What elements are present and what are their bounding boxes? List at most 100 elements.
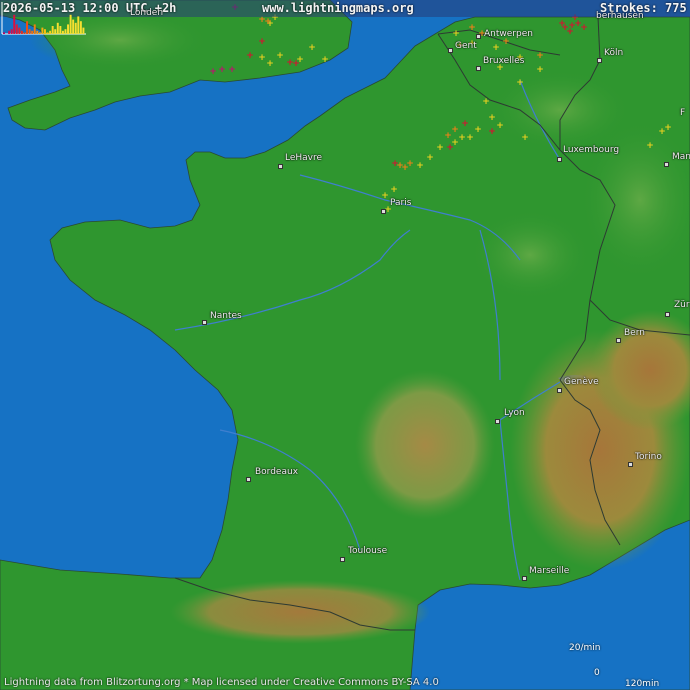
svg-text:+: + bbox=[496, 121, 504, 131]
histogram-bar bbox=[33, 24, 36, 34]
svg-text:+: + bbox=[258, 37, 266, 47]
city-dot-le-havre bbox=[278, 164, 283, 169]
svg-text:+: + bbox=[436, 143, 444, 153]
city-label-mannheim: Mann bbox=[672, 152, 690, 162]
lightning-map[interactable]: + + + + + + + + + + + + + + + + + + + + + + + + + + + + + + … bbox=[0, 0, 690, 690]
svg-text:+: + bbox=[536, 51, 544, 61]
site-url[interactable]: www.lightningmaps.org bbox=[262, 1, 414, 15]
histogram-bar bbox=[79, 21, 82, 34]
histogram-bar bbox=[26, 21, 29, 34]
city-label-marseille: Marseille bbox=[529, 566, 570, 576]
svg-text:+: + bbox=[521, 133, 529, 143]
city-dot-paris bbox=[381, 209, 386, 214]
svg-text:+: + bbox=[452, 29, 460, 39]
svg-text:+: + bbox=[308, 43, 316, 53]
city-dot-marseille bbox=[522, 576, 527, 581]
city-label-le-havre: LeHavre bbox=[285, 153, 323, 163]
histogram-bar bbox=[31, 30, 34, 34]
svg-text:+: + bbox=[218, 65, 226, 75]
histogram-bar bbox=[49, 30, 52, 34]
histogram-bar bbox=[36, 30, 39, 34]
city-label-london: Londen bbox=[130, 8, 164, 18]
svg-text:+: + bbox=[492, 43, 500, 53]
massif-central-relief bbox=[355, 370, 495, 520]
city-dot-mannheim bbox=[664, 162, 669, 167]
city-label-f: F bbox=[680, 108, 686, 118]
svg-text:+: + bbox=[390, 185, 398, 195]
histogram-bar bbox=[8, 30, 11, 34]
histogram-bar bbox=[82, 27, 85, 34]
city-dot-toulouse bbox=[340, 557, 345, 562]
histogram-bar bbox=[61, 30, 64, 34]
city-label-gent: Gent bbox=[455, 41, 477, 51]
histogram-bar bbox=[20, 30, 23, 34]
svg-text:+: + bbox=[466, 133, 474, 143]
histogram-bar bbox=[44, 29, 46, 34]
histogram-bar bbox=[51, 26, 54, 34]
svg-text:+: + bbox=[488, 127, 496, 137]
svg-text:+: + bbox=[451, 125, 459, 135]
stroke-histogram bbox=[1, 2, 86, 35]
histogram-bar bbox=[23, 32, 26, 34]
city-label-bruxelles: Bruxelles bbox=[483, 56, 525, 66]
city-dot-nantes bbox=[202, 320, 207, 325]
histogram-bar bbox=[38, 32, 41, 34]
svg-text:+: + bbox=[228, 65, 236, 75]
city-label-nantes: Nantes bbox=[210, 311, 242, 321]
svg-text:+: + bbox=[209, 67, 217, 77]
svg-text:+: + bbox=[391, 159, 399, 169]
svg-text:+: + bbox=[646, 141, 654, 151]
city-dot-lyon bbox=[495, 419, 500, 424]
histogram-bar bbox=[69, 14, 72, 35]
city-label-antwerpen: Antwerpen bbox=[484, 29, 533, 39]
histogram-bar bbox=[28, 29, 31, 34]
svg-text:+: + bbox=[468, 23, 476, 33]
city-label-paris: Paris bbox=[390, 198, 412, 208]
city-dot-antwerpen bbox=[476, 34, 481, 39]
histogram-bar bbox=[74, 22, 77, 34]
svg-text:+: + bbox=[536, 65, 544, 75]
city-dot-geneve bbox=[557, 388, 562, 393]
city-label-bordeaux: Bordeaux bbox=[255, 467, 299, 477]
histogram-bar bbox=[59, 26, 62, 34]
svg-text:+: + bbox=[474, 125, 482, 135]
histogram-bar bbox=[41, 27, 44, 34]
svg-text:+: + bbox=[566, 27, 574, 37]
histogram-bar bbox=[13, 14, 16, 35]
vosges-relief bbox=[470, 210, 590, 300]
svg-text:+: + bbox=[292, 59, 300, 69]
histogram-ymax-label: 20/min bbox=[569, 643, 601, 653]
histogram-bar bbox=[18, 27, 21, 34]
city-label-toulouse: Toulouse bbox=[348, 546, 388, 556]
city-dot-torino bbox=[628, 462, 633, 467]
histogram-bar bbox=[54, 29, 57, 34]
city-label-torino: Torino bbox=[635, 452, 662, 462]
city-dot-koln bbox=[597, 58, 602, 63]
svg-text:+: + bbox=[461, 119, 469, 129]
histogram-bar bbox=[64, 29, 67, 34]
city-dot-bordeaux bbox=[246, 477, 251, 482]
city-dot-zurich bbox=[665, 312, 670, 317]
histogram-bar bbox=[46, 32, 49, 34]
svg-text:+: + bbox=[321, 55, 329, 65]
city-label-zurich: Zür bbox=[674, 300, 690, 310]
city-label-bern: Bern bbox=[624, 328, 645, 338]
city-dot-gent bbox=[448, 48, 453, 53]
svg-text:+: + bbox=[488, 113, 496, 123]
svg-text:+: + bbox=[482, 97, 490, 107]
map-canvas: +++ +++ ++ + +++ +++ +++ + + + ++ + +++ +++ … bbox=[0, 0, 690, 690]
histogram-bar bbox=[3, 32, 5, 34]
city-dot-bruxelles bbox=[476, 66, 481, 71]
city-label-lyon: Lyon bbox=[504, 408, 525, 418]
svg-text:+: + bbox=[416, 161, 424, 171]
histogram-bar bbox=[77, 16, 80, 34]
svg-text:+: + bbox=[426, 153, 434, 163]
histogram-xlabel: 120min bbox=[625, 679, 660, 689]
svg-text:+: + bbox=[580, 23, 588, 33]
svg-text:+: + bbox=[266, 59, 274, 69]
svg-text:+: + bbox=[446, 143, 454, 153]
svg-text:+: + bbox=[246, 51, 254, 61]
city-label-koln: Köln bbox=[604, 48, 624, 58]
histogram-bar bbox=[10, 29, 13, 34]
svg-text:+: + bbox=[664, 123, 672, 133]
